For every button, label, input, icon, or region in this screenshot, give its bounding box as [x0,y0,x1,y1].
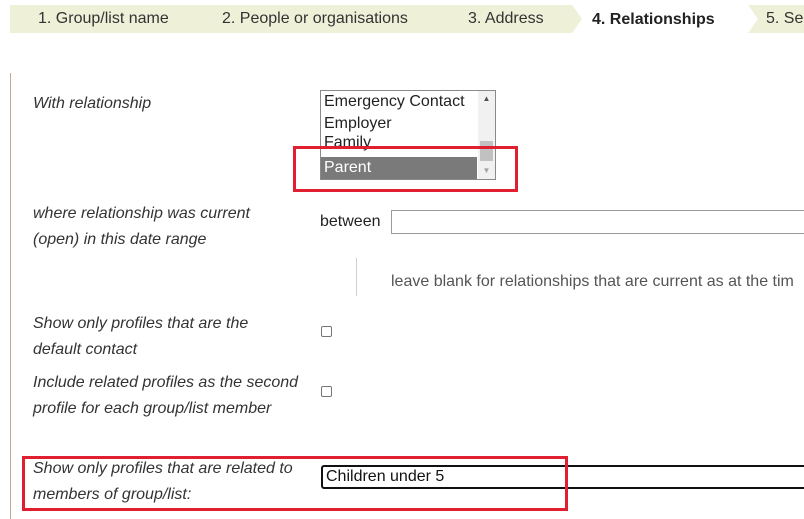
step-relationships-active[interactable]: 4. Relationships [570,2,758,36]
hint-divider [356,258,357,296]
relationship-option-parent[interactable]: Parent [321,157,477,179]
form-left-border [10,73,11,519]
include-related-checkbox[interactable] [321,386,332,397]
scroll-down-arrow-icon[interactable]: ▼ [478,163,495,179]
date-range-hint: leave blank for relationships that are c… [391,273,794,290]
default-contact-label: Show only profiles that are the default … [33,315,249,358]
date-range-start-input[interactable] [391,210,804,234]
wizard-steps-bar: 1. Group/list name 2. People or organisa… [10,2,804,36]
relationship-option-family[interactable]: Family [321,135,477,157]
step-people-or-organisations[interactable]: 2. People or organisations [222,5,408,33]
with-relationship-label: With relationship [33,95,152,112]
related-group-label: Show only profiles that are related to m… [33,460,293,503]
include-related-label: Include related profiles as the second p… [33,374,299,417]
date-range-label: where relationship was current (open) in… [33,205,250,248]
step-group-list-name[interactable]: 1. Group/list name [38,5,169,33]
relationship-listbox[interactable]: Emergency Contact Employer Family Parent… [320,90,496,180]
scrollbar-thumb[interactable] [480,141,493,161]
relationship-option-employer[interactable]: Employer [321,113,477,135]
between-label: between [320,213,381,230]
scroll-up-arrow-icon[interactable]: ▲ [478,91,495,107]
listbox-scrollbar[interactable]: ▲ ▼ [478,91,495,179]
relationship-option-emergency-contact[interactable]: Emergency Contact [321,91,477,113]
step-address[interactable]: 3. Address [468,5,544,33]
default-contact-checkbox[interactable] [321,326,332,337]
step-5-truncated[interactable]: 5. Se [766,5,803,33]
related-group-select[interactable]: Children under 5 [321,465,804,489]
